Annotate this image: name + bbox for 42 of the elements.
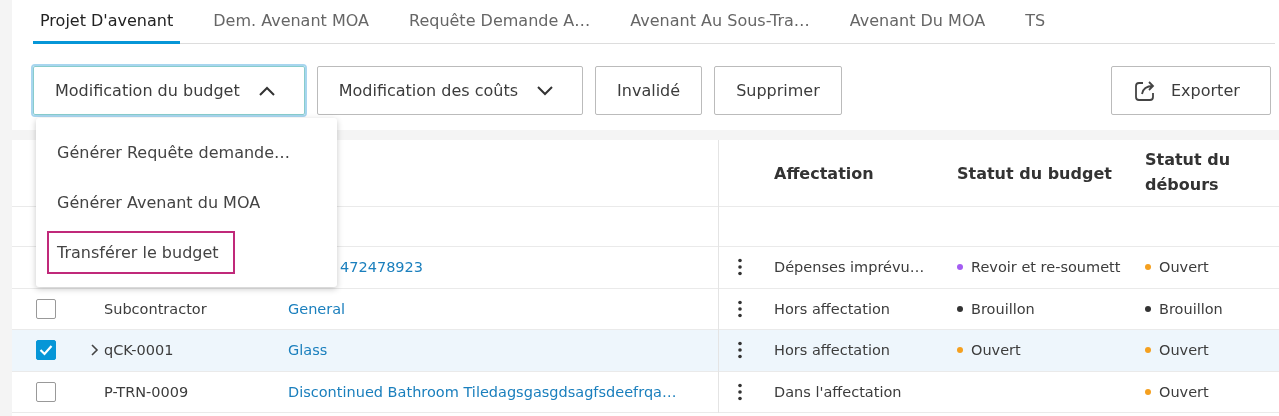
more-icon[interactable] xyxy=(738,299,742,318)
export-icon xyxy=(1133,78,1157,103)
table-cell: Hors affectation xyxy=(774,300,890,317)
tab[interactable]: Dem. Avenant MOA xyxy=(206,0,376,44)
link[interactable]: General xyxy=(288,300,346,317)
menu-item[interactable]: Transférer le budget xyxy=(47,230,235,274)
status-label: Ouvert xyxy=(1159,383,1209,400)
status-label: Ouvert xyxy=(971,342,1021,359)
more-icon[interactable] xyxy=(738,382,742,401)
toolbar-button[interactable]: Modification du budget xyxy=(33,66,305,115)
table-cell: Dans l'affectation xyxy=(774,383,902,400)
column-header: Affectation xyxy=(774,163,874,183)
menu-item[interactable]: Générer Requête demande… xyxy=(47,130,307,174)
status-label: Brouillon xyxy=(971,300,1035,317)
tab[interactable]: TS xyxy=(1018,0,1053,44)
menu-item[interactable]: Générer Avenant du MOA xyxy=(47,180,277,224)
table-cell: Subcontractor xyxy=(104,300,207,317)
link[interactable]: 472478923 xyxy=(340,259,424,276)
status-label: Revoir et re-soumett xyxy=(971,259,1121,276)
toolbar-button[interactable]: Supprimer xyxy=(714,66,842,115)
link[interactable]: Discontinued Bathroom Tiledagsgasgdsagfsdeefrqa… xyxy=(288,383,677,400)
more-icon[interactable] xyxy=(738,258,742,277)
export-button[interactable]: Exporter xyxy=(1111,66,1271,115)
table-cell: Hors affectation xyxy=(774,342,890,359)
toolbar-button[interactable]: Modification des coûts xyxy=(316,66,584,115)
table-cell: qCK-0001 xyxy=(104,342,174,359)
tab[interactable]: Requête Demande A… xyxy=(402,0,598,44)
table-cell: Dépenses imprévu… xyxy=(774,259,925,276)
link[interactable]: Glass xyxy=(288,342,328,359)
more-icon[interactable] xyxy=(738,341,742,360)
column-header: Statut du budget xyxy=(957,163,1112,183)
checkbox[interactable] xyxy=(36,298,56,319)
status-label: Brouillon xyxy=(1159,300,1223,317)
tab[interactable]: Avenant Du MOA xyxy=(842,0,993,44)
tab[interactable]: Avenant Au Sous-Tra… xyxy=(623,0,817,44)
checkbox[interactable] xyxy=(36,340,56,361)
checkbox[interactable] xyxy=(36,381,56,402)
column-header: Statut du débours xyxy=(1145,149,1232,196)
table-cell: P-TRN-0009 xyxy=(104,383,189,400)
toolbar-button[interactable]: Invalidé xyxy=(595,66,703,115)
status-label: Ouvert xyxy=(1159,259,1209,276)
status-label: Ouvert xyxy=(1159,342,1209,359)
